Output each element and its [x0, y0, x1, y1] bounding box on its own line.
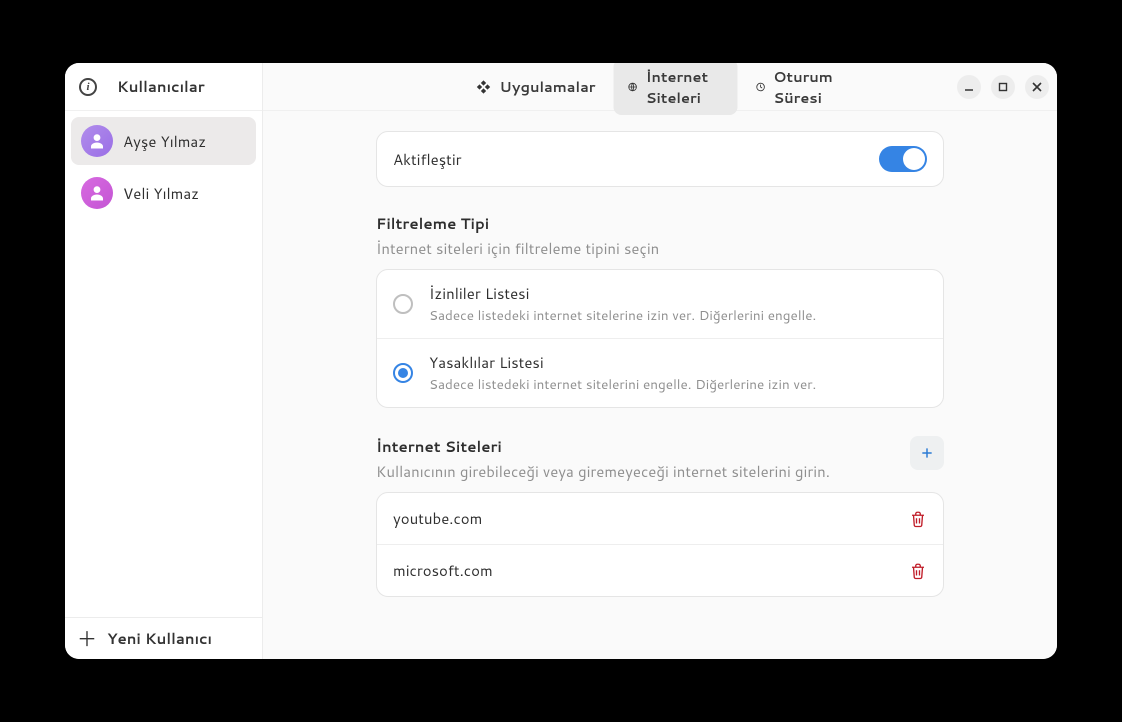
tab-label: Uygulamalar — [500, 76, 596, 97]
tab-session[interactable]: Oturum Süresi — [741, 63, 858, 115]
window-controls — [957, 75, 1049, 99]
app-window: i Kullanıcılar Ayşe Yılmaz Veli Yılmaz ＋… — [65, 63, 1057, 659]
radio-icon — [393, 363, 413, 383]
enable-toggle[interactable] — [879, 146, 927, 172]
delete-site-button[interactable] — [909, 510, 927, 528]
enable-row: Aktifleştir — [377, 132, 943, 186]
filter-option-desc: Sadece listedeki internet sitelerine izi… — [429, 306, 816, 325]
filter-subtitle: İnternet siteleri için filtreleme tipini… — [376, 238, 944, 259]
enable-card: Aktifleştir — [376, 131, 944, 187]
trash-icon — [909, 510, 927, 528]
plus-icon — [919, 445, 935, 461]
close-button[interactable] — [1025, 75, 1049, 99]
tabs: Uygulamalar İnternet Siteleri Oturum Sür… — [462, 63, 859, 115]
sites-card: youtube.com microsoft.com — [376, 492, 944, 597]
add-site-button[interactable] — [910, 436, 944, 470]
about-icon[interactable]: i — [79, 78, 97, 96]
filter-option-desc: Sadece listedeki internet sitelerini eng… — [429, 375, 816, 394]
tab-label: İnternet Siteleri — [646, 66, 723, 108]
plus-icon: ＋ — [77, 629, 95, 649]
user-item-ayse[interactable]: Ayşe Yılmaz — [71, 117, 256, 165]
enable-label: Aktifleştir — [393, 149, 462, 170]
sidebar: i Kullanıcılar Ayşe Yılmaz Veli Yılmaz ＋… — [65, 63, 263, 659]
site-row: microsoft.com — [377, 544, 943, 596]
topbar: Uygulamalar İnternet Siteleri Oturum Sür… — [263, 63, 1057, 111]
sites-head-text: İnternet Siteleri Kullanıcının girebilec… — [376, 436, 830, 482]
content: Aktifleştir Filtreleme Tipi İnternet sit… — [263, 111, 1057, 659]
filter-title: Filtreleme Tipi — [376, 213, 944, 234]
sites-subtitle: Kullanıcının girebileceği veya giremeyec… — [376, 461, 830, 482]
radio-icon — [393, 294, 413, 314]
tab-websites[interactable]: İnternet Siteleri — [614, 63, 738, 115]
sites-section-head: İnternet Siteleri Kullanıcının girebilec… — [376, 436, 944, 482]
tab-apps[interactable]: Uygulamalar — [462, 63, 610, 115]
tab-label: Oturum Süresi — [773, 66, 844, 108]
user-item-veli[interactable]: Veli Yılmaz — [71, 169, 256, 217]
maximize-icon — [998, 82, 1008, 92]
globe-icon — [628, 79, 638, 95]
filter-option-allowlist[interactable]: İzinliler Listesi Sadece listedeki inter… — [377, 270, 943, 338]
site-domain: microsoft.com — [393, 560, 493, 581]
clock-icon — [755, 79, 765, 95]
minimize-icon — [964, 82, 974, 92]
user-name: Veli Yılmaz — [123, 183, 199, 204]
settings-panel: Aktifleştir Filtreleme Tipi İnternet sit… — [376, 131, 944, 597]
maximize-button[interactable] — [991, 75, 1015, 99]
user-list: Ayşe Yılmaz Veli Yılmaz — [65, 111, 262, 617]
sidebar-header: i Kullanıcılar — [65, 63, 262, 111]
filter-option-text: İzinliler Listesi Sadece listedeki inter… — [429, 283, 816, 325]
filter-option-title: İzinliler Listesi — [429, 283, 816, 304]
sites-title: İnternet Siteleri — [376, 436, 830, 457]
new-user-button[interactable]: ＋ Yeni Kullanıcı — [65, 617, 262, 659]
filter-option-blocklist[interactable]: Yasaklılar Listesi Sadece listedeki inte… — [377, 338, 943, 407]
site-domain: youtube.com — [393, 508, 482, 529]
filter-option-title: Yasaklılar Listesi — [429, 352, 816, 373]
filter-section-head: Filtreleme Tipi İnternet siteleri için f… — [376, 213, 944, 259]
sidebar-title: Kullanıcılar — [117, 76, 205, 97]
toggle-knob — [903, 148, 925, 170]
avatar-icon — [81, 125, 113, 157]
apps-icon — [476, 79, 492, 95]
trash-icon — [909, 562, 927, 580]
new-user-label: Yeni Kullanıcı — [107, 628, 212, 649]
delete-site-button[interactable] — [909, 562, 927, 580]
minimize-button[interactable] — [957, 75, 981, 99]
avatar-icon — [81, 177, 113, 209]
site-row: youtube.com — [377, 493, 943, 544]
close-icon — [1032, 82, 1042, 92]
filter-option-text: Yasaklılar Listesi Sadece listedeki inte… — [429, 352, 816, 394]
main-area: Uygulamalar İnternet Siteleri Oturum Sür… — [263, 63, 1057, 659]
filter-card: İzinliler Listesi Sadece listedeki inter… — [376, 269, 944, 408]
user-name: Ayşe Yılmaz — [123, 131, 206, 152]
